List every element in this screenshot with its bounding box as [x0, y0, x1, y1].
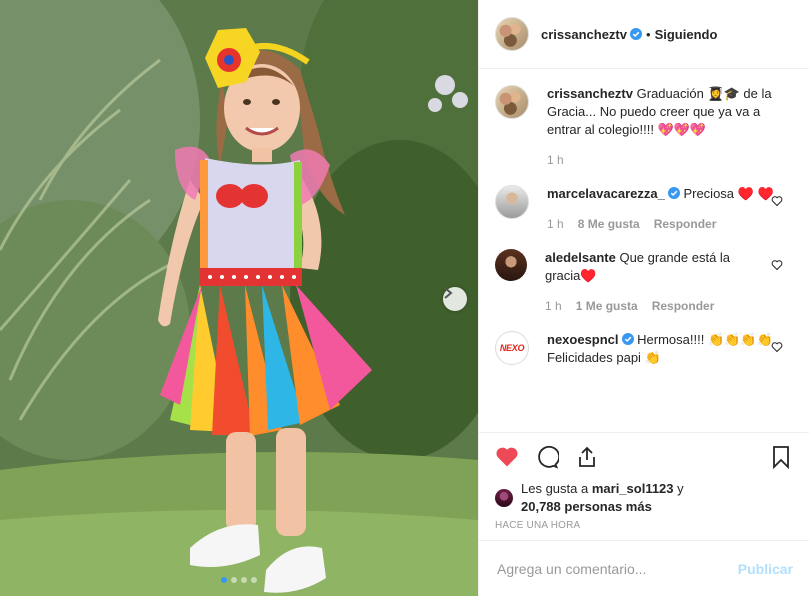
caption-username[interactable]: crissancheztv	[547, 86, 633, 101]
comment-age[interactable]: 1 h	[545, 297, 562, 315]
caption: crissancheztv Graduación 👩‍🎓🎓 de la Grac…	[495, 85, 793, 169]
comment-body: nexoespncl Hermosa!!!! 👏👏👏👏 Felicidades …	[547, 331, 777, 367]
comment-body: aledelsante Que grande está la gracia♥️ …	[545, 249, 775, 315]
post-side-panel: crissancheztv • Siguiendo crissancheztv …	[478, 0, 809, 596]
caption-body: crissancheztv Graduación 👩‍🎓🎓 de la Grac…	[547, 85, 777, 169]
liker-avatar[interactable]	[495, 489, 513, 507]
bookmark-icon[interactable]	[769, 445, 793, 469]
liker-username[interactable]: mari_sol1123	[592, 481, 674, 496]
photo-illustration	[0, 0, 478, 596]
author-info: crissancheztv • Siguiendo	[541, 27, 717, 42]
post-timestamp[interactable]: HACE UNA HORA	[479, 516, 809, 540]
comment-username[interactable]: aledelsante	[545, 250, 616, 265]
comment-item: marcelavacarezza_ Preciosa ♥️ ♥️ 1 h 8 M…	[495, 185, 793, 233]
add-comment-form: Publicar	[479, 540, 809, 596]
like-comment-heart-icon[interactable]	[771, 259, 783, 271]
carousel-dot	[221, 577, 227, 583]
comment-age[interactable]: 1 h	[547, 215, 564, 233]
verified-badge-icon	[630, 28, 642, 40]
share-icon[interactable]	[575, 445, 599, 469]
post-header: crissancheztv • Siguiendo	[479, 0, 809, 69]
carousel-dot	[241, 577, 247, 583]
commenter-avatar[interactable]	[495, 249, 527, 281]
comment-item: NEXO nexoespncl Hermosa!!!! 👏👏👏👏 Felicid…	[495, 331, 793, 367]
comment-likes[interactable]: 1 Me gusta	[576, 297, 638, 315]
likes-joiner: y	[677, 481, 684, 496]
like-comment-heart-icon[interactable]	[771, 341, 783, 353]
author-avatar[interactable]	[495, 17, 529, 51]
reply-button[interactable]: Responder	[654, 215, 717, 233]
comment-likes[interactable]: 8 Me gusta	[578, 215, 640, 233]
verified-badge-icon	[621, 333, 634, 345]
separator: •	[646, 26, 651, 42]
comment-item: aledelsante Que grande está la gracia♥️ …	[495, 249, 793, 315]
comment-username[interactable]: marcelavacarezza_	[547, 186, 665, 201]
carousel-dot	[231, 577, 237, 583]
publish-button[interactable]: Publicar	[738, 561, 793, 577]
chevron-right-icon	[444, 287, 453, 299]
like-heart-icon[interactable]	[495, 445, 519, 469]
next-photo-button[interactable]	[443, 287, 467, 311]
author-username[interactable]: crissancheztv	[541, 27, 627, 42]
likes-text: Les gusta a mari_sol1123 y 20,788 person…	[521, 480, 684, 516]
comment-bubble-icon[interactable]	[535, 445, 559, 469]
follow-status-button[interactable]: Siguiendo	[655, 27, 718, 42]
likes-others[interactable]: 20,788 personas más	[521, 499, 652, 514]
carousel-dot	[251, 577, 257, 583]
comment-username[interactable]: nexoespncl	[547, 332, 619, 347]
caption-meta: 1 h	[547, 151, 777, 169]
caption-age[interactable]: 1 h	[547, 151, 564, 169]
reply-button[interactable]: Responder	[652, 297, 715, 315]
comments-list: crissancheztv Graduación 👩‍🎓🎓 de la Grac…	[479, 69, 809, 432]
post-photo[interactable]	[0, 0, 478, 596]
likes-prefix: Les gusta a	[521, 481, 589, 496]
instagram-post: crissancheztv • Siguiendo crissancheztv …	[0, 0, 809, 596]
comment-body: marcelavacarezza_ Preciosa ♥️ ♥️ 1 h 8 M…	[547, 185, 777, 233]
carousel-indicator	[0, 577, 478, 583]
comment-meta: 1 h 8 Me gusta Responder	[547, 215, 777, 233]
caption-avatar[interactable]	[495, 85, 529, 119]
comment-text: Preciosa ♥️ ♥️	[683, 186, 774, 201]
commenter-avatar[interactable]: NEXO	[495, 331, 529, 365]
verified-badge-icon	[667, 187, 680, 199]
nexo-logo: NEXO	[499, 343, 525, 353]
likes-summary: Les gusta a mari_sol1123 y 20,788 person…	[479, 480, 809, 516]
comment-meta: 1 h 1 Me gusta Responder	[545, 297, 775, 315]
comment-input[interactable]	[495, 559, 738, 578]
action-bar	[479, 432, 809, 480]
like-comment-heart-icon[interactable]	[771, 195, 783, 207]
commenter-avatar[interactable]	[495, 185, 529, 219]
